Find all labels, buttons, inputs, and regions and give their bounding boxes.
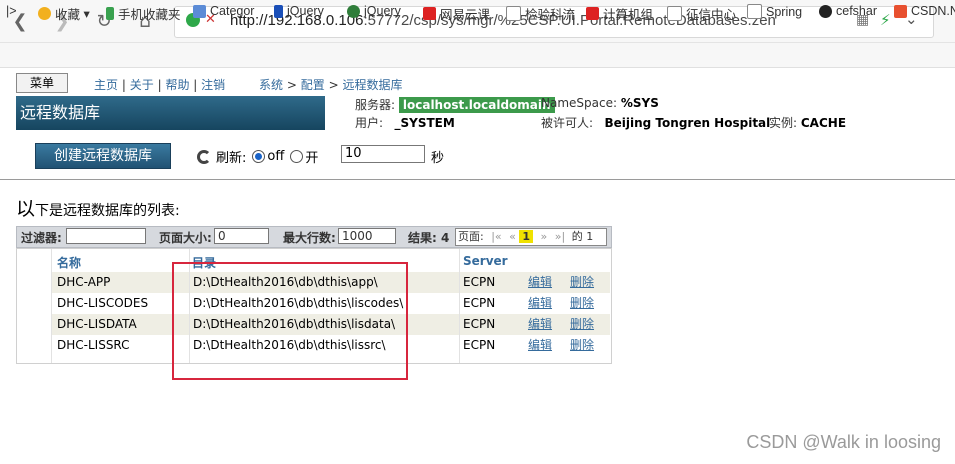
prev-page-button[interactable]: « xyxy=(509,230,516,243)
page-icon xyxy=(667,6,682,21)
sidebar-toggle-icon[interactable]: |> xyxy=(6,4,17,18)
divider xyxy=(0,179,955,180)
edit-link[interactable]: 编辑 xyxy=(528,314,552,335)
about-link[interactable]: 关于 xyxy=(130,78,154,92)
page-icon xyxy=(747,4,762,19)
db-name: DHC-LISSRC xyxy=(57,338,130,352)
refresh-on-radio[interactable] xyxy=(290,150,304,163)
next-page-button[interactable]: » xyxy=(541,230,548,243)
bookmark-item[interactable]: 计算机组 xyxy=(586,4,653,23)
edit-link[interactable]: 编辑 xyxy=(528,293,552,314)
db-server: ECPN xyxy=(463,338,496,352)
max-rows-label: 最大行数: xyxy=(283,231,336,245)
netease-icon xyxy=(423,7,436,20)
menu-button[interactable]: 菜单 xyxy=(16,73,68,93)
server-badge: localhost.localdomain xyxy=(398,97,555,113)
delete-link[interactable]: 删除 xyxy=(570,272,594,293)
bookmark-item[interactable]: jQuery xyxy=(347,4,401,18)
star-icon xyxy=(38,7,51,20)
create-remote-db-button[interactable]: 创建远程数据库 xyxy=(35,143,171,169)
breadcrumb-system[interactable]: 系统 xyxy=(259,78,283,92)
bookmark-item[interactable]: Categor xyxy=(193,4,254,18)
delete-link[interactable]: 删除 xyxy=(570,293,594,314)
page-total: 的 1 xyxy=(571,230,594,243)
db-name: DHC-APP xyxy=(57,275,111,289)
breadcrumb-config[interactable]: 配置 xyxy=(301,78,325,92)
user-info: 用户: _SYSTEM xyxy=(355,116,455,130)
site-icon xyxy=(193,4,206,18)
max-rows-input[interactable]: 1000 xyxy=(338,228,396,244)
github-icon xyxy=(819,4,832,18)
bookmarks-bar xyxy=(0,43,955,68)
bookmark-item[interactable]: Spring xyxy=(747,4,802,19)
page-title: 远程数据库 xyxy=(16,96,325,130)
bookmark-item[interactable]: 检验科流 xyxy=(506,4,575,23)
column-header-server[interactable]: Server xyxy=(463,254,508,268)
filter-input[interactable] xyxy=(66,228,146,244)
bookmark-item[interactable]: CSDN.N xyxy=(894,4,955,18)
bookmark-item[interactable]: 征信中心 xyxy=(667,4,736,23)
help-link[interactable]: 帮助 xyxy=(165,78,189,92)
bookmark-favorites[interactable]: 收藏 ▾ xyxy=(38,4,90,23)
column-divider xyxy=(51,249,52,363)
refresh-seconds-input[interactable]: 10 xyxy=(341,145,425,163)
jquery-icon xyxy=(347,4,360,18)
bookmark-item[interactable]: jQuery xyxy=(274,4,324,18)
column-header-name[interactable]: 名称 xyxy=(57,254,81,271)
home-link[interactable]: 主页 xyxy=(94,78,118,92)
edit-link[interactable]: 编辑 xyxy=(528,335,552,356)
top-links: 主页 | 关于 | 帮助 | 注销 xyxy=(94,78,226,92)
licensee-info: 被许可人: Beijing Tongren Hospital xyxy=(541,116,771,130)
csdn-icon xyxy=(894,4,907,18)
breadcrumb: 系统 > 配置 > 远程数据库 xyxy=(259,78,403,92)
lightning-icon[interactable]: ⚡ xyxy=(880,11,891,29)
phone-icon xyxy=(106,7,114,20)
page-size-label: 页面大小: xyxy=(159,231,212,245)
pager: 页面: |« « 1 » »| 的 1 xyxy=(455,228,607,246)
logout-link[interactable]: 注销 xyxy=(201,78,225,92)
results-count: 结果: 4 xyxy=(408,231,450,245)
filter-bar: 过滤器: 页面大小: 0 最大行数: 1000 结果: 4 页面: |« « 1… xyxy=(16,226,612,248)
db-name: DHC-LISDATA xyxy=(57,317,137,331)
last-page-button[interactable]: »| xyxy=(555,230,565,243)
filter-label: 过滤器: xyxy=(21,231,62,245)
refresh-icon xyxy=(197,149,211,164)
current-page[interactable]: 1 xyxy=(519,230,534,243)
bookmark-item[interactable]: cefshar xyxy=(819,4,877,18)
db-server: ECPN xyxy=(463,317,496,331)
refresh-controls: 刷新: off 开 xyxy=(197,147,318,166)
jquery-icon xyxy=(274,4,283,18)
namespace-info: NameSpace: %SYS xyxy=(541,96,659,110)
db-server: ECPN xyxy=(463,296,496,310)
page-icon xyxy=(506,6,521,21)
bookmark-item[interactable]: 网易云课 xyxy=(423,4,490,23)
refresh-off-radio[interactable] xyxy=(252,150,266,163)
first-page-button[interactable]: |« xyxy=(491,230,501,243)
list-title: 以下是远程数据库的列表: xyxy=(16,198,180,220)
column-divider xyxy=(459,249,460,363)
delete-link[interactable]: 删除 xyxy=(570,335,594,356)
highlight-box xyxy=(172,262,408,380)
breadcrumb-remote-db[interactable]: 远程数据库 xyxy=(342,78,402,92)
db-server: ECPN xyxy=(463,275,496,289)
delete-link[interactable]: 删除 xyxy=(570,314,594,335)
bookmark-item[interactable]: 手机收藏夹 xyxy=(106,4,181,23)
server-info: 服务器: localhost.localdomain xyxy=(355,96,555,113)
watermark: CSDN @Walk in loosing xyxy=(746,432,941,452)
edit-link[interactable]: 编辑 xyxy=(528,272,552,293)
db-name: DHC-LISCODES xyxy=(57,296,149,310)
page-size-input[interactable]: 0 xyxy=(214,228,269,244)
site-icon xyxy=(586,7,599,20)
seconds-unit: 秒 xyxy=(431,151,445,166)
instance-info: 实例: CACHE xyxy=(769,116,847,130)
